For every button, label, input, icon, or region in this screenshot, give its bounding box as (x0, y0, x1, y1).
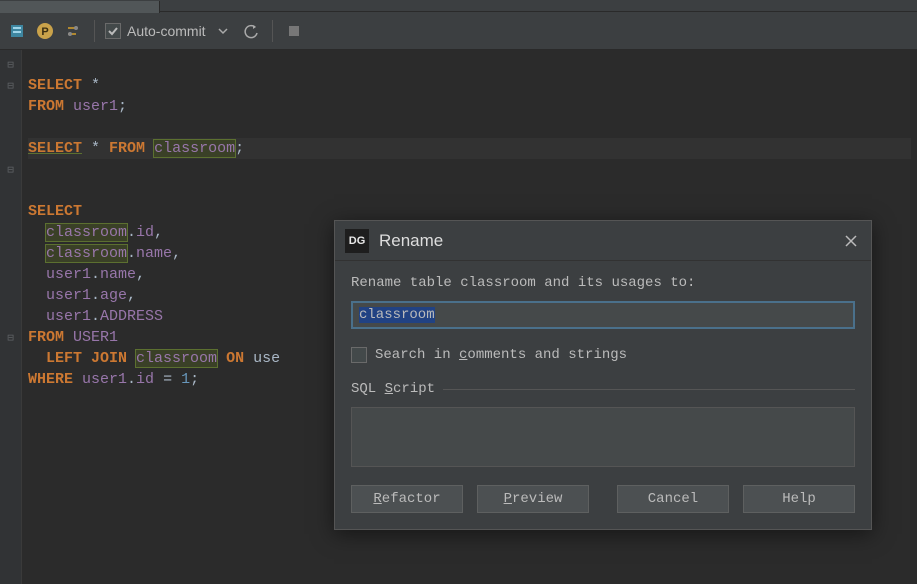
app-logo: DG (345, 229, 369, 253)
keyword: FROM (28, 329, 64, 346)
indent (28, 287, 46, 304)
svg-text:P: P (41, 26, 48, 38)
identifier: USER1 (64, 329, 118, 346)
auto-commit-label: Auto-commit (127, 23, 206, 39)
keyword: SELECT (28, 77, 82, 94)
indent (28, 224, 46, 241)
token: . (91, 287, 100, 304)
toolbar-separator (272, 20, 273, 42)
toolbar: P Auto-commit (0, 12, 917, 50)
keyword: ON (217, 350, 244, 367)
checkbox-box (105, 23, 121, 39)
column: id (136, 371, 154, 388)
keyword: FROM (109, 140, 145, 157)
checkbox-label: Search in comments and strings (375, 347, 627, 363)
rollback-icon[interactable] (240, 20, 262, 42)
identifier: user1 (46, 308, 91, 325)
preview-button[interactable]: Preview (477, 485, 589, 513)
token: = (154, 371, 181, 388)
checkbox-box (351, 347, 367, 363)
dialog-buttons: Refactor Preview Cancel Help (335, 467, 871, 529)
token: , (172, 245, 181, 262)
table-ref: classroom (46, 245, 127, 262)
keyword: LEFT JOIN (28, 350, 127, 367)
sql-script-label: SQL Script (351, 381, 855, 397)
token: use (244, 350, 280, 367)
number: 1 (181, 371, 190, 388)
identifier: user1 (46, 287, 91, 304)
rename-prompt: Rename table classroom and its usages to… (351, 275, 855, 291)
sql-script-area[interactable] (351, 407, 855, 467)
token: . (127, 224, 136, 241)
token (127, 350, 136, 367)
table-ref: classroom (154, 140, 235, 157)
identifier: user1 (64, 98, 118, 115)
column: ADDRESS (100, 308, 163, 325)
help-button[interactable]: Help (743, 485, 855, 513)
rename-dialog: DG Rename Rename table classroom and its… (334, 220, 872, 530)
settings-icon[interactable] (62, 20, 84, 42)
dialog-title: Rename (379, 231, 443, 251)
gutter: ⊟ ⊟ ⊟ ⊟ (0, 50, 22, 584)
indent (28, 308, 46, 325)
token: , (154, 224, 163, 241)
token: . (127, 245, 136, 262)
toolbar-separator (94, 20, 95, 42)
editor-tab[interactable] (0, 1, 160, 13)
token: , (127, 287, 136, 304)
token (145, 140, 154, 157)
table-ref: classroom (46, 224, 127, 241)
close-icon[interactable] (841, 231, 861, 251)
token: . (91, 308, 100, 325)
token: . (91, 266, 100, 283)
data-source-icon[interactable] (6, 20, 28, 42)
dialog-titlebar: DG Rename (335, 221, 871, 261)
identifier: user1 (73, 371, 127, 388)
keyword: WHERE (28, 371, 73, 388)
keyword: SELECT (28, 140, 82, 157)
active-db-icon[interactable]: P (34, 20, 56, 42)
keyword: FROM (28, 98, 64, 115)
chevron-down-icon[interactable] (212, 20, 234, 42)
input-selection: classroom (359, 307, 435, 323)
token: ; (235, 140, 244, 157)
token: . (127, 371, 136, 388)
cancel-button[interactable]: Cancel (617, 485, 729, 513)
identifier: user1 (46, 266, 91, 283)
token: ; (190, 371, 199, 388)
tab-strip (0, 0, 917, 12)
column: age (100, 287, 127, 304)
token: * (82, 140, 109, 157)
refactor-button[interactable]: Refactor (351, 485, 463, 513)
keyword: SELECT (28, 203, 82, 220)
indent (28, 245, 46, 262)
dialog-body: Rename table classroom and its usages to… (335, 261, 871, 467)
column: name (136, 245, 172, 262)
column: id (136, 224, 154, 241)
auto-commit-checkbox[interactable]: Auto-commit (105, 23, 206, 39)
column: name (100, 266, 136, 283)
stop-icon[interactable] (283, 20, 305, 42)
token: , (136, 266, 145, 283)
token: * (82, 77, 100, 94)
rename-input[interactable]: classroom (351, 301, 855, 329)
table-ref: classroom (136, 350, 217, 367)
indent (28, 266, 46, 283)
search-comments-checkbox[interactable]: Search in comments and strings (351, 347, 855, 363)
token: ; (118, 98, 127, 115)
